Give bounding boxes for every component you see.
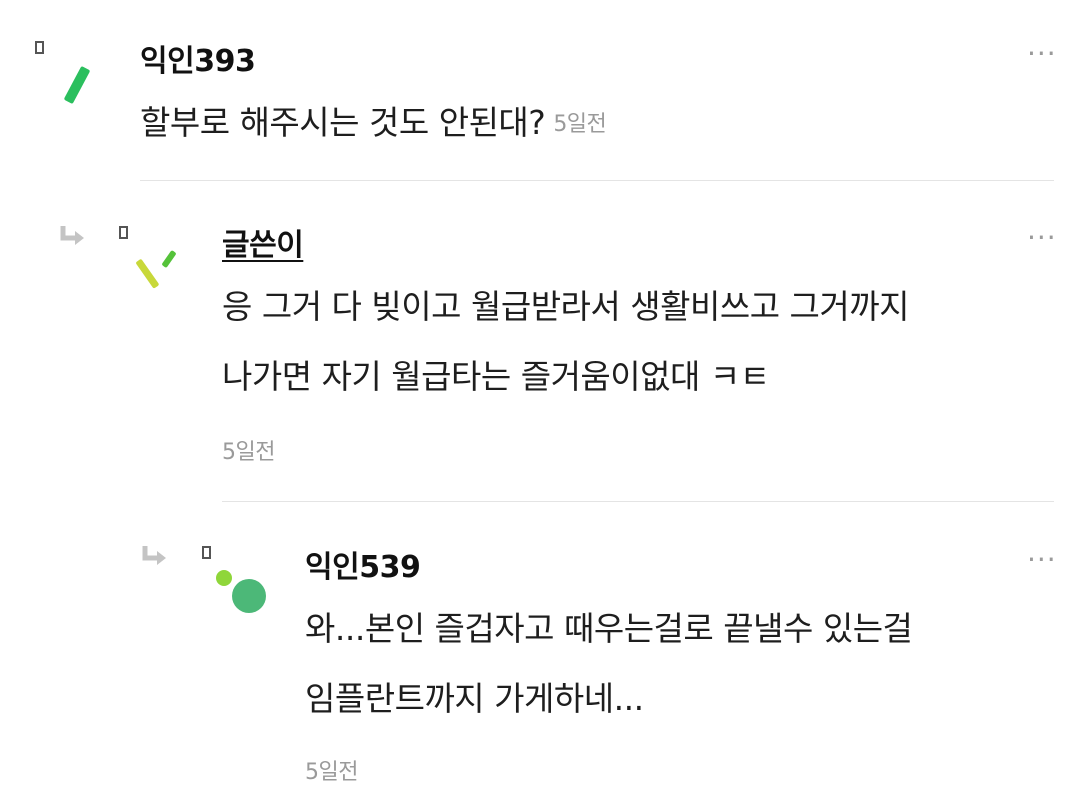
comment-author[interactable]: 익인539 <box>305 542 421 586</box>
comment-author[interactable]: 익인393 <box>140 36 256 80</box>
comment-body: 응 그거 다 빚이고 월급받라서 생활비쓰고 그거까지 <box>222 287 910 326</box>
avatar-icon[interactable] <box>30 38 110 118</box>
reply-arrow-icon <box>142 546 166 565</box>
divider <box>140 180 1054 181</box>
comment-body: 나가면 자기 월급타는 즐거움이없대 ㅋㅌ <box>222 357 770 396</box>
comment-time: 5일전 <box>222 440 275 465</box>
comment-author[interactable]: 글쓴이 <box>222 220 304 264</box>
avatar-icon[interactable] <box>195 542 275 622</box>
comment-body: 할부로 해주시는 것도 안된대? 5일전 <box>140 88 607 160</box>
comment-body: 임플란트까지 가게하네... <box>305 679 644 718</box>
reply-arrow-icon <box>60 226 84 245</box>
comment-time: 5일전 <box>305 760 358 785</box>
comment-body-line: 할부로 해주시는 것도 안된대? <box>140 103 546 142</box>
avatar-icon[interactable] <box>112 222 192 302</box>
more-dots-icon[interactable]: ··· <box>1027 546 1057 574</box>
comment-body: 와...본인 즐겁자고 때우는걸로 끝낼수 있는걸 <box>305 609 913 648</box>
divider <box>222 501 1054 502</box>
more-dots-icon[interactable]: ··· <box>1027 224 1057 252</box>
more-dots-icon[interactable]: ··· <box>1027 40 1057 68</box>
comment-time: 5일전 <box>553 111 607 137</box>
